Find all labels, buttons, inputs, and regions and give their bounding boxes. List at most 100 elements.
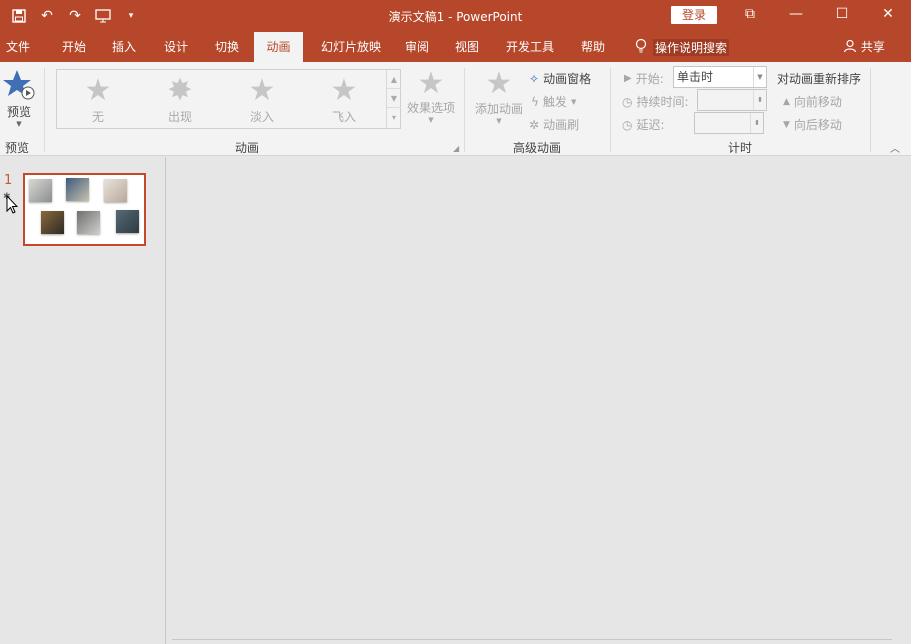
minimize-icon[interactable]: — bbox=[773, 0, 819, 30]
animation-pane-label: 动画窗格 bbox=[543, 72, 592, 86]
preview-button[interactable]: 预览 ▼ bbox=[2, 68, 36, 130]
duration-label: ◷ 持续时间: bbox=[622, 93, 689, 110]
animation-appear[interactable]: ✸ 出现 bbox=[150, 76, 210, 125]
play-icon: ▶ bbox=[624, 73, 632, 84]
divider bbox=[464, 68, 465, 152]
gallery-up-icon[interactable]: ▲ bbox=[387, 70, 401, 89]
animation-painter-button[interactable]: ✲ 动画刷 bbox=[529, 116, 579, 133]
spinner-icon: ⬍ bbox=[753, 90, 766, 110]
duration-spinner[interactable]: ⬍ bbox=[697, 89, 767, 111]
slide-editing-area[interactable] bbox=[167, 157, 911, 644]
divider bbox=[870, 68, 871, 152]
tell-me-search[interactable]: 操作说明搜索 bbox=[635, 32, 730, 62]
slide-thumbnail[interactable] bbox=[23, 173, 146, 246]
photo-thumbnail bbox=[77, 211, 100, 234]
trigger-button[interactable]: ϟ 触发 ▼ bbox=[531, 93, 576, 110]
preview-group-label: 预览 bbox=[5, 141, 30, 155]
horizontal-scrollbar[interactable] bbox=[172, 639, 892, 644]
effect-options-button[interactable]: ★ 效果选项 ▼ bbox=[404, 66, 458, 125]
tab-animations[interactable]: 动画 bbox=[254, 32, 303, 62]
clock-icon: ◷ bbox=[622, 94, 633, 109]
move-earlier-label: 向前移动 bbox=[793, 95, 842, 109]
animation-appear-label: 出现 bbox=[167, 110, 192, 124]
start-select[interactable]: 单击时 ▼ bbox=[673, 66, 767, 88]
login-button[interactable]: 登录 bbox=[671, 6, 717, 24]
collapse-ribbon-icon[interactable]: ︿ bbox=[890, 140, 900, 155]
fly-star-icon: ★ bbox=[330, 73, 358, 108]
chevron-down-icon: ▼ bbox=[428, 116, 434, 124]
add-animation-label: 添加动画 bbox=[474, 102, 523, 116]
gallery-down-icon[interactable]: ▼ bbox=[387, 89, 401, 108]
delay-spinner[interactable]: ⬍ bbox=[694, 112, 764, 134]
close-icon[interactable]: ✕ bbox=[865, 0, 911, 30]
tab-transitions[interactable]: 切换 bbox=[205, 32, 249, 62]
burst-star-icon: ✸ bbox=[167, 73, 193, 108]
delay-label: ◷ 延迟: bbox=[622, 116, 665, 133]
effect-options-label: 效果选项 bbox=[406, 101, 455, 115]
start-label-text: 开始: bbox=[635, 72, 664, 86]
chevron-down-icon: ▼ bbox=[570, 97, 577, 106]
trigger-label: 触发 bbox=[542, 95, 567, 109]
painter-icon: ✲ bbox=[529, 117, 540, 132]
mouse-cursor-icon bbox=[6, 194, 19, 218]
animation-group-label: 动画 bbox=[235, 141, 260, 155]
start-select-value: 单击时 bbox=[677, 70, 714, 84]
lightbulb-icon bbox=[635, 38, 647, 57]
reorder-title: 对动画重新排序 bbox=[777, 72, 862, 86]
animation-none[interactable]: ★ 无 bbox=[68, 76, 128, 125]
tell-me-label: 操作说明搜索 bbox=[653, 38, 730, 56]
animation-none-label: 无 bbox=[91, 110, 104, 124]
delay-label-text: 延迟: bbox=[636, 118, 665, 132]
animation-fade-label: 淡入 bbox=[249, 110, 274, 124]
tab-review[interactable]: 审阅 bbox=[395, 32, 439, 62]
star-icon: ★ bbox=[84, 73, 112, 108]
animation-pane-icon: ✧ bbox=[529, 71, 540, 86]
tab-home[interactable]: 开始 bbox=[52, 32, 96, 62]
start-label: ▶ 开始: bbox=[624, 70, 664, 87]
move-earlier-button[interactable]: ▲ 向前移动 bbox=[783, 93, 842, 110]
share-button[interactable]: 共享 bbox=[843, 32, 885, 62]
tab-developer[interactable]: 开发工具 bbox=[497, 32, 563, 62]
tab-slideshow[interactable]: 幻灯片放映 bbox=[309, 32, 393, 62]
tab-view[interactable]: 视图 bbox=[445, 32, 489, 62]
tab-file[interactable]: 文件 bbox=[0, 32, 36, 62]
duration-label-text: 持续时间: bbox=[636, 95, 689, 109]
person-icon bbox=[843, 39, 861, 54]
photo-thumbnail bbox=[29, 179, 52, 202]
ribbon-tabs: 文件 开始 插入 设计 切换 动画 幻灯片放映 审阅 视图 开发工具 帮助 操作… bbox=[0, 32, 911, 62]
slide-number: 1 bbox=[4, 173, 13, 188]
add-animation-button[interactable]: ★ 添加动画 ▼ bbox=[472, 68, 526, 126]
title-bar: ↶ ↷ ▾ 演示文稿1 - PowerPoint 登录 ⧉ — ☐ ✕ bbox=[0, 0, 911, 32]
tab-help[interactable]: 帮助 bbox=[571, 32, 615, 62]
divider bbox=[44, 68, 45, 152]
slide-thumbnail-pane: 1 ✱ bbox=[0, 157, 166, 644]
tab-insert[interactable]: 插入 bbox=[102, 32, 146, 62]
divider bbox=[610, 68, 611, 152]
photo-thumbnail bbox=[104, 179, 127, 202]
star-icon: ★ bbox=[417, 66, 445, 101]
spinner-icon: ⬍ bbox=[750, 113, 763, 133]
timing-group-label: 计时 bbox=[728, 141, 753, 155]
star-icon: ★ bbox=[248, 73, 276, 108]
maximize-icon[interactable]: ☐ bbox=[819, 0, 865, 30]
chevron-down-icon: ▼ bbox=[16, 120, 22, 128]
move-later-button[interactable]: ▼ 向后移动 bbox=[783, 116, 842, 133]
move-later-label: 向后移动 bbox=[793, 118, 842, 132]
clock-icon: ◷ bbox=[622, 117, 633, 132]
preview-label: 预览 bbox=[6, 105, 31, 119]
lightning-icon: ϟ bbox=[531, 94, 539, 109]
photo-thumbnail bbox=[116, 210, 139, 233]
ribbon-display-icon[interactable]: ⧉ bbox=[727, 0, 773, 30]
animation-pane-button[interactable]: ✧ 动画窗格 bbox=[529, 70, 591, 87]
dialog-launcher-icon[interactable]: ◢ bbox=[453, 144, 459, 153]
chevron-down-icon: ▼ bbox=[496, 117, 502, 125]
tab-design[interactable]: 设计 bbox=[154, 32, 198, 62]
animation-fly-in[interactable]: ★ 飞入 bbox=[314, 76, 374, 125]
animation-fade[interactable]: ★ 淡入 bbox=[232, 76, 292, 125]
animation-fly-in-label: 飞入 bbox=[331, 110, 356, 124]
gallery-more-icon[interactable]: ▾ bbox=[387, 108, 401, 127]
animation-painter-label: 动画刷 bbox=[543, 118, 580, 132]
advanced-group-label: 高级动画 bbox=[513, 141, 562, 155]
share-label: 共享 bbox=[860, 40, 885, 54]
ribbon: 预览 ▼ 预览 ★ 无 ✸ 出现 ★ 淡入 ★ 飞入 ▲ ▼ ▾ ★ 效果选项 … bbox=[0, 62, 911, 156]
